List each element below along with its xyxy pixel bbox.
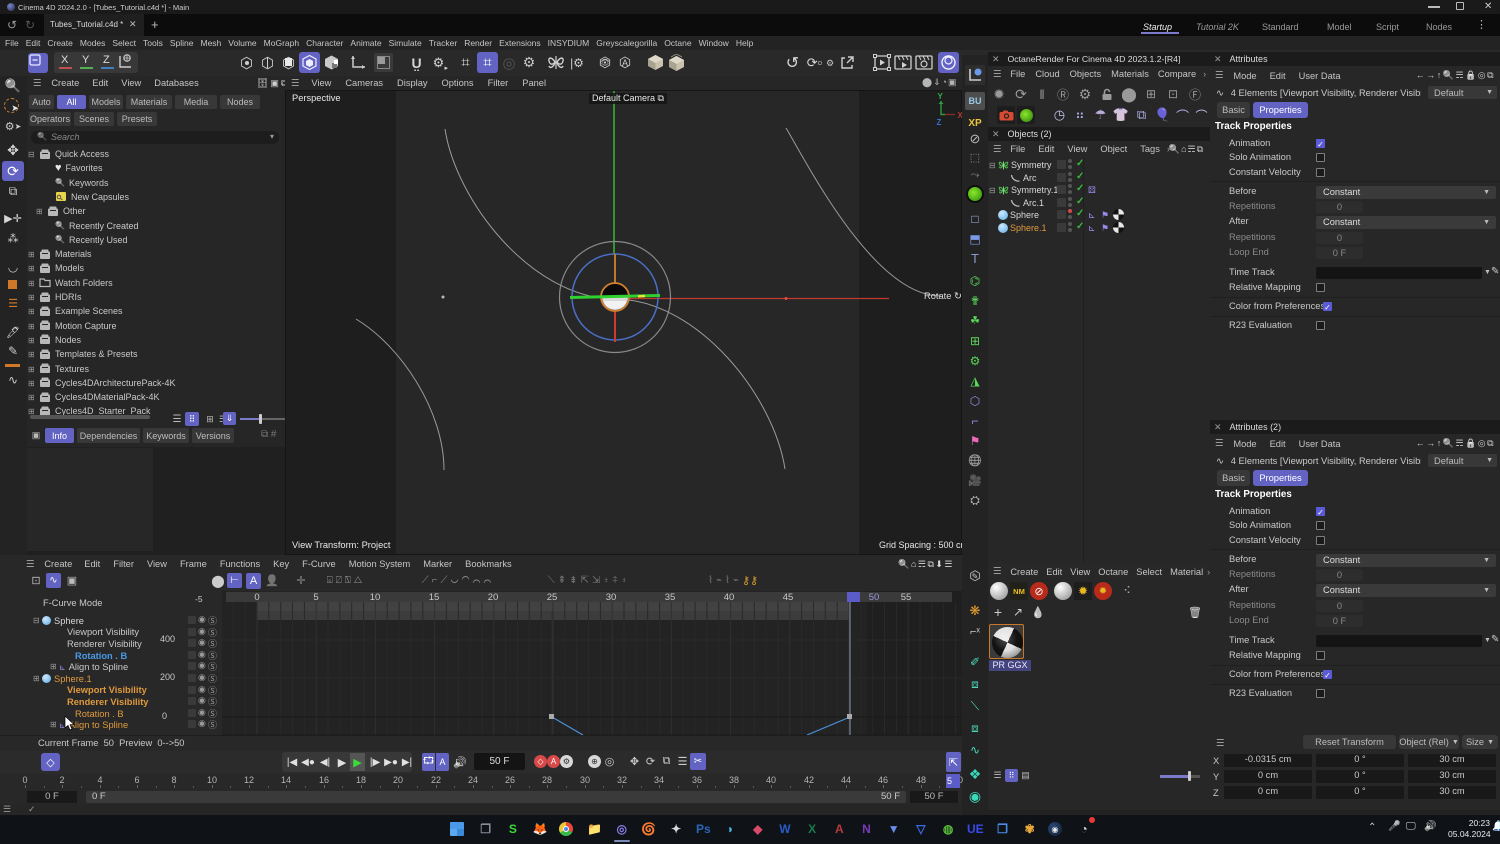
svg-text:45: 45 <box>783 592 794 603</box>
svg-text:15: 15 <box>429 592 440 603</box>
svg-text:30: 30 <box>606 592 617 603</box>
svg-text:35: 35 <box>665 592 676 603</box>
svg-text:55: 55 <box>901 592 912 603</box>
svg-text:Y: Y <box>938 92 944 101</box>
svg-text:20: 20 <box>488 592 499 603</box>
svg-text:40: 40 <box>724 592 735 603</box>
svg-text:10: 10 <box>370 592 381 603</box>
svg-text:25: 25 <box>547 592 558 603</box>
svg-text:5: 5 <box>313 592 318 603</box>
svg-text:50: 50 <box>869 592 880 603</box>
svg-text:Z: Z <box>937 118 942 127</box>
svg-text:0: 0 <box>254 592 259 603</box>
